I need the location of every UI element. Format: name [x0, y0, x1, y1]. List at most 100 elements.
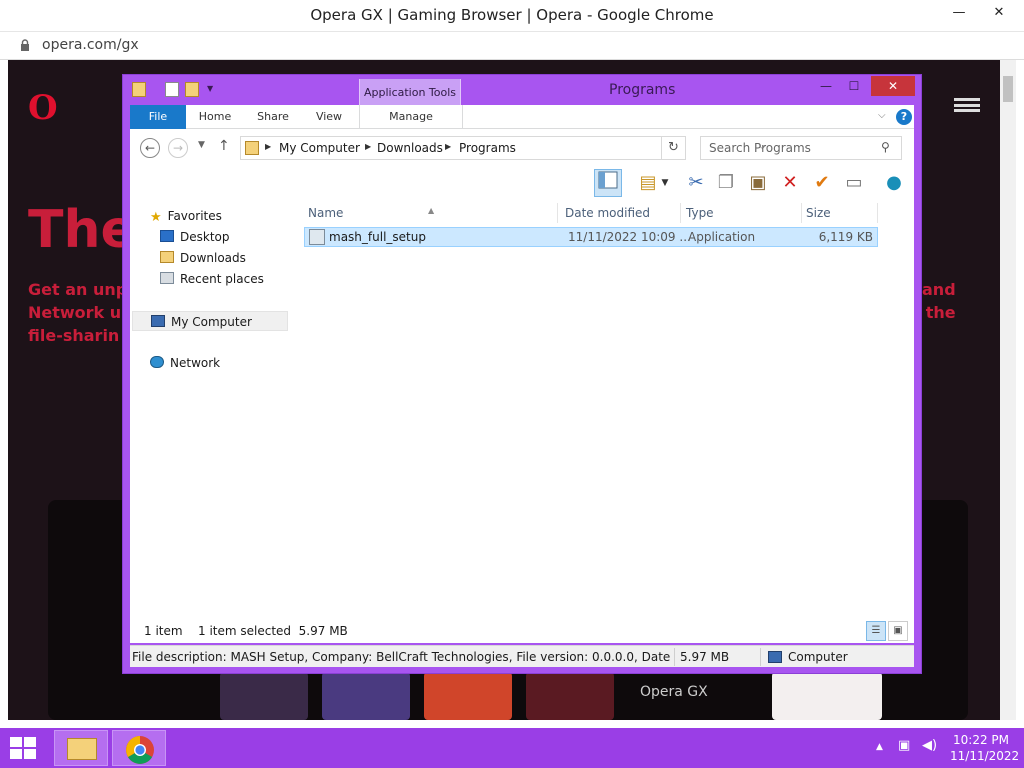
computer-icon: [768, 651, 782, 663]
column-type[interactable]: Type: [682, 203, 802, 223]
file-list: Name ▲ Date modified Type Size mash_full_…: [296, 199, 914, 619]
nav-my-computer[interactable]: My Computer: [132, 311, 288, 331]
twitch-tile: [220, 672, 308, 720]
explorer-maximize-button[interactable]: ☐: [841, 76, 867, 96]
breadcrumb[interactable]: ▶ My Computer ▶ Downloads ▶ Programs ⌵: [240, 136, 766, 160]
browser-address-bar[interactable]: opera.com/gx: [0, 32, 1024, 60]
file-type: Application: [688, 230, 756, 244]
chrome-taskbar-button[interactable]: [112, 730, 166, 766]
search-input[interactable]: Search Programs ⚲: [700, 136, 902, 160]
tab-view[interactable]: View: [304, 105, 354, 129]
address-toolbar: ← → ▼ ↑ ▶ My Computer ▶ Downloads ▶ Prog…: [130, 129, 914, 167]
browser-maximize-button[interactable]: [944, 2, 974, 24]
computer-icon: [151, 315, 165, 327]
command-toolbar: ▤ ▼ ✂ ❐ ▣ ✕ ✔ ▭ ●: [130, 167, 914, 199]
recent-locations-icon[interactable]: ▼: [198, 140, 205, 150]
folder-icon: [132, 82, 146, 97]
browser-close-button[interactable]: ✕: [984, 2, 1014, 24]
menu-icon[interactable]: [954, 98, 980, 112]
ribbon-expand-icon[interactable]: ⌵: [878, 110, 886, 121]
copy-button[interactable]: ❐: [712, 169, 740, 197]
page-scrollbar-thumb[interactable]: [1003, 76, 1013, 102]
delete-button[interactable]: ✕: [776, 169, 804, 197]
application-icon: [309, 229, 325, 245]
opera-gx-tile-label: Opera GX: [640, 684, 708, 700]
discord-tile: [322, 672, 410, 720]
column-name[interactable]: Name ▲: [304, 203, 558, 223]
browser-url[interactable]: opera.com/gx: [42, 37, 139, 53]
new-folder-icon[interactable]: [185, 82, 199, 97]
chevron-right-icon[interactable]: ▶: [265, 142, 271, 151]
youtube-tile: [526, 672, 614, 720]
navigation-pane: ★ Favorites Desktop Downloads Recent plac…: [130, 199, 296, 619]
column-date-modified[interactable]: Date modified: [561, 203, 681, 223]
globe-button[interactable]: ●: [880, 169, 908, 197]
crumb-programs[interactable]: Programs: [459, 141, 516, 155]
crumb-my-computer[interactable]: My Computer: [279, 141, 360, 155]
details-bar: File description: MASH Setup, Company: B…: [130, 645, 914, 667]
explorer-close-button[interactable]: ✕: [871, 76, 915, 96]
search-placeholder: Search Programs: [709, 141, 811, 155]
downloads-folder-icon: [160, 251, 174, 263]
details-view-button[interactable]: ☰: [866, 621, 886, 641]
file-explorer-taskbar-button[interactable]: [54, 730, 108, 766]
hero-heading: The: [28, 200, 136, 260]
nav-recent-places[interactable]: Recent places: [160, 269, 264, 289]
reddit-tile: [424, 672, 512, 720]
explorer-minimize-button[interactable]: —: [813, 76, 839, 96]
checkmark-button[interactable]: ✔: [808, 169, 836, 197]
network-icon: [150, 356, 164, 368]
explorer-title: Programs: [609, 82, 676, 98]
column-size[interactable]: Size: [802, 203, 878, 223]
nav-desktop[interactable]: Desktop: [160, 227, 230, 247]
start-button[interactable]: [10, 737, 36, 759]
nav-network[interactable]: Network: [150, 353, 220, 373]
tab-home[interactable]: Home: [190, 105, 240, 129]
explorer-title-bar[interactable]: ▼ Application Tools Programs — ☐ ✕: [123, 75, 921, 105]
help-icon[interactable]: ?: [896, 109, 912, 125]
selection-info: 1 item selected 5.97 MB: [198, 624, 348, 638]
file-size-summary: 5.97 MB: [680, 650, 730, 664]
table-row[interactable]: mash_full_setup 11/11/2022 10:09 ... App…: [304, 227, 878, 247]
search-icon[interactable]: ⚲: [881, 140, 890, 154]
chevron-right-icon[interactable]: ▶: [445, 142, 451, 151]
volume-icon[interactable]: ◀): [922, 738, 937, 753]
crumb-downloads[interactable]: Downloads: [377, 141, 443, 155]
browser-window-title: Opera GX | Gaming Browser | Opera - Goog…: [310, 6, 714, 24]
properties-icon[interactable]: [165, 82, 179, 97]
chevron-down-icon[interactable]: ▼: [658, 169, 672, 197]
nav-downloads[interactable]: Downloads: [160, 248, 246, 268]
file-explorer-icon: [67, 738, 97, 760]
qat-dropdown-icon[interactable]: ▼: [207, 84, 213, 93]
clock-time: 10:22 PM: [953, 733, 1009, 747]
nav-favorites[interactable]: ★ Favorites: [150, 206, 222, 226]
up-button[interactable]: ↑: [218, 138, 230, 154]
page-scrollbar[interactable]: [1000, 60, 1016, 720]
browser-title-bar: Opera GX | Gaming Browser | Opera - Goog…: [0, 0, 1024, 32]
cut-button[interactable]: ✂: [682, 169, 710, 197]
show-hidden-icons-button[interactable]: ▲: [876, 742, 883, 752]
ribbon-tabs: File Home Share View Manage ⌵ ?: [130, 105, 914, 129]
tab-share[interactable]: Share: [248, 105, 298, 129]
tab-manage[interactable]: Manage: [359, 105, 463, 129]
large-icons-view-button[interactable]: ▣: [888, 621, 908, 641]
paste-button[interactable]: ▣: [744, 169, 772, 197]
tab-file[interactable]: File: [130, 105, 186, 129]
opera-logo[interactable]: O: [28, 88, 58, 128]
system-clock[interactable]: 10:22 PM 11/11/2022: [950, 732, 1019, 764]
windows-logo-icon: [10, 737, 22, 747]
chevron-right-icon[interactable]: ▶: [365, 142, 371, 151]
rename-button[interactable]: ▭: [840, 169, 868, 197]
back-button[interactable]: ←: [140, 138, 160, 158]
item-count: 1 item: [144, 624, 183, 638]
preview-pane-icon: [598, 171, 618, 189]
refresh-button[interactable]: ↻: [662, 136, 686, 160]
file-name: mash_full_setup: [329, 230, 426, 244]
forward-button[interactable]: →: [168, 138, 188, 158]
folder-icon: [245, 141, 259, 155]
file-description: File description: MASH Setup, Company: B…: [132, 650, 672, 664]
preview-pane-button[interactable]: [594, 169, 622, 197]
hero-subtitle-right: and the: [922, 280, 956, 322]
network-tray-icon[interactable]: ▣: [898, 738, 910, 753]
chrome-icon: [126, 736, 154, 764]
